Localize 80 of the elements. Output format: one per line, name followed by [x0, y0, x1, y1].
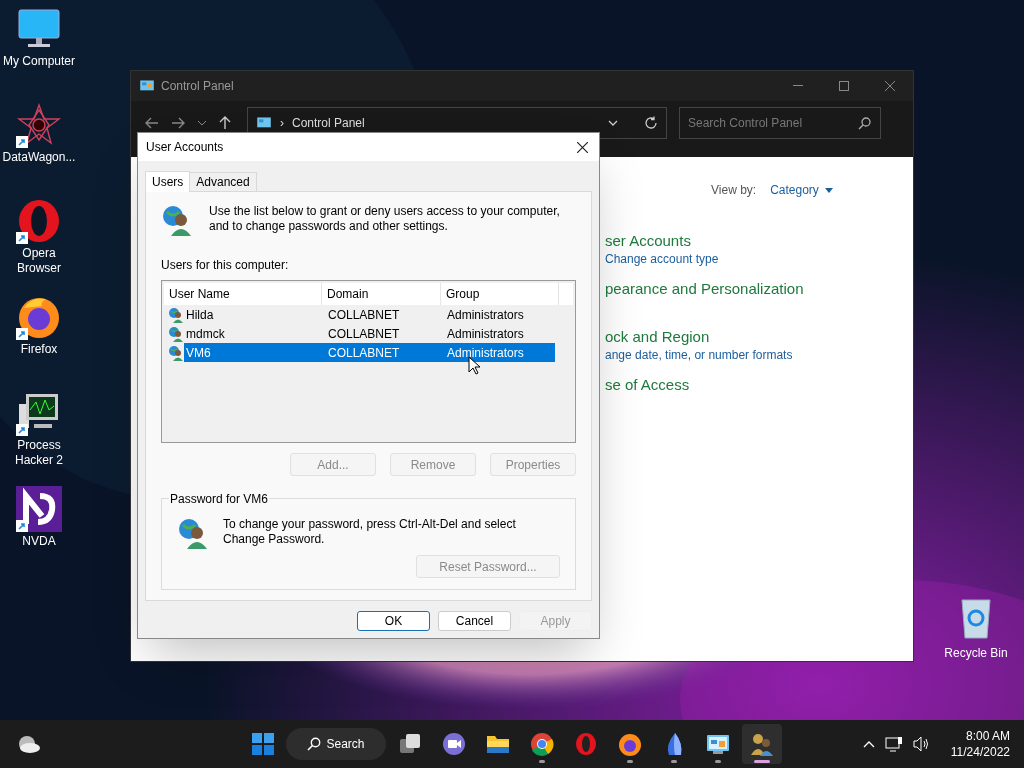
- desktop-icon-label[interactable]: Opera Browser: [0, 246, 78, 276]
- table-cell: Administrators: [442, 343, 555, 362]
- intro-text: Use the list below to grant or deny users access to your computer, and to change passwords and other settings.: [209, 204, 561, 234]
- weather-cloud-icon[interactable]: [17, 734, 41, 754]
- address-text[interactable]: Control Panel: [292, 114, 365, 132]
- chevron-down-icon[interactable]: [608, 120, 618, 126]
- category-heading[interactable]: ser Accounts: [605, 231, 804, 251]
- user-row[interactable]: mdmck COLLABNET Administrators: [164, 324, 573, 343]
- view-by-dropdown[interactable]: Category: [770, 181, 833, 199]
- view-by-label: View by:: [711, 182, 757, 199]
- desktop-icon-label[interactable]: Firefox: [0, 342, 78, 357]
- opera-icon: [16, 198, 62, 244]
- search-icon: [307, 737, 322, 751]
- users-icon[interactable]: [749, 731, 775, 757]
- clock-date[interactable]: 11/24/2022: [950, 744, 1010, 760]
- table-cell: COLLABNET: [323, 343, 442, 362]
- table-cell-text: Hilda: [185, 306, 215, 324]
- firefox-icon[interactable]: [617, 731, 643, 757]
- desktop-icon-label[interactable]: DataWagon...: [0, 150, 78, 165]
- table-cell-text: COLLABNET: [327, 325, 401, 343]
- user-globe-icon: [168, 344, 184, 361]
- category-link[interactable]: ange date, time, or number formats: [605, 347, 804, 363]
- nvda-logo-icon: [16, 486, 62, 532]
- search-button[interactable]: Search: [286, 728, 386, 760]
- windows-logo-icon: [251, 732, 275, 756]
- maximize-icon: [839, 81, 849, 91]
- close-icon: [576, 141, 588, 153]
- chrome-icon[interactable]: [529, 731, 555, 757]
- minimize-icon: [793, 85, 803, 87]
- password-text: To change your password, press Ctrl-Alt-Del and select Change Password.: [223, 517, 517, 547]
- mouse-pointer-icon: [468, 356, 480, 375]
- desktop-icon-label[interactable]: NVDA: [0, 534, 78, 549]
- users-icon: [161, 204, 193, 236]
- dialog-button[interactable]: OK: [357, 611, 430, 631]
- user-globe-icon: [177, 517, 209, 549]
- table-cell-text: Administrators: [446, 325, 525, 343]
- tab[interactable]: Advanced: [190, 172, 257, 191]
- control-panel-icon: [256, 116, 272, 130]
- category-link[interactable]: Change account type: [605, 251, 804, 267]
- window-title: Control Panel: [161, 78, 234, 95]
- back-arrow-icon[interactable]: [145, 117, 159, 129]
- desktop-icon-label[interactable]: Process Hacker 2: [0, 438, 78, 468]
- table-cell: VM6: [184, 343, 323, 362]
- search-icon: [858, 117, 871, 130]
- desktop-icon-label[interactable]: Recycle Bin: [944, 644, 1008, 662]
- user-row[interactable]: Hilda COLLABNET Administrators: [164, 305, 573, 324]
- control-panel-icon: [139, 79, 155, 93]
- refresh-icon[interactable]: [644, 116, 658, 130]
- close-icon: [885, 81, 895, 91]
- column-header[interactable]: Domain: [322, 283, 441, 305]
- user-globe-icon: [168, 325, 184, 342]
- table-cell-text: Administrators: [446, 306, 525, 324]
- clock-time[interactable]: 8:00 AM: [965, 728, 1010, 744]
- category-heading[interactable]: se of Access: [605, 375, 804, 395]
- breadcrumb-separator: ›: [280, 115, 284, 132]
- network-icon[interactable]: [884, 736, 903, 752]
- up-arrow-icon[interactable]: [219, 116, 231, 130]
- taskbar-app[interactable]: [742, 724, 782, 764]
- recycle-bin-icon: [958, 596, 994, 640]
- user-row[interactable]: VM6 COLLABNET Administrators: [164, 343, 573, 362]
- opera-icon[interactable]: [573, 731, 599, 757]
- chevron-down-icon[interactable]: [197, 120, 207, 126]
- table-cell-text: COLLABNET: [327, 306, 401, 324]
- tab[interactable]: Users: [145, 171, 191, 192]
- user-globe-icon: [168, 306, 184, 323]
- category-heading[interactable]: ock and Region: [605, 327, 804, 347]
- chevron-up-icon[interactable]: [862, 740, 875, 748]
- column-header[interactable]: User Name: [164, 283, 322, 305]
- volume-icon[interactable]: [912, 736, 931, 752]
- category-heading[interactable]: pearance and Personalization: [605, 279, 804, 299]
- window-title: User Accounts: [146, 139, 224, 156]
- search-field[interactable]: Search Control Panel: [679, 107, 881, 139]
- forward-arrow-icon[interactable]: [171, 117, 185, 129]
- desktop-icon-label[interactable]: My Computer: [0, 54, 78, 69]
- column-header[interactable]: Group: [441, 283, 559, 305]
- list-label: Users for this computer:: [161, 257, 290, 274]
- table-cell-text: mdmck: [185, 325, 226, 343]
- dialog-button[interactable]: Cancel: [438, 611, 511, 631]
- dropdown-triangle-icon: [824, 187, 833, 193]
- chat-icon[interactable]: [441, 731, 467, 757]
